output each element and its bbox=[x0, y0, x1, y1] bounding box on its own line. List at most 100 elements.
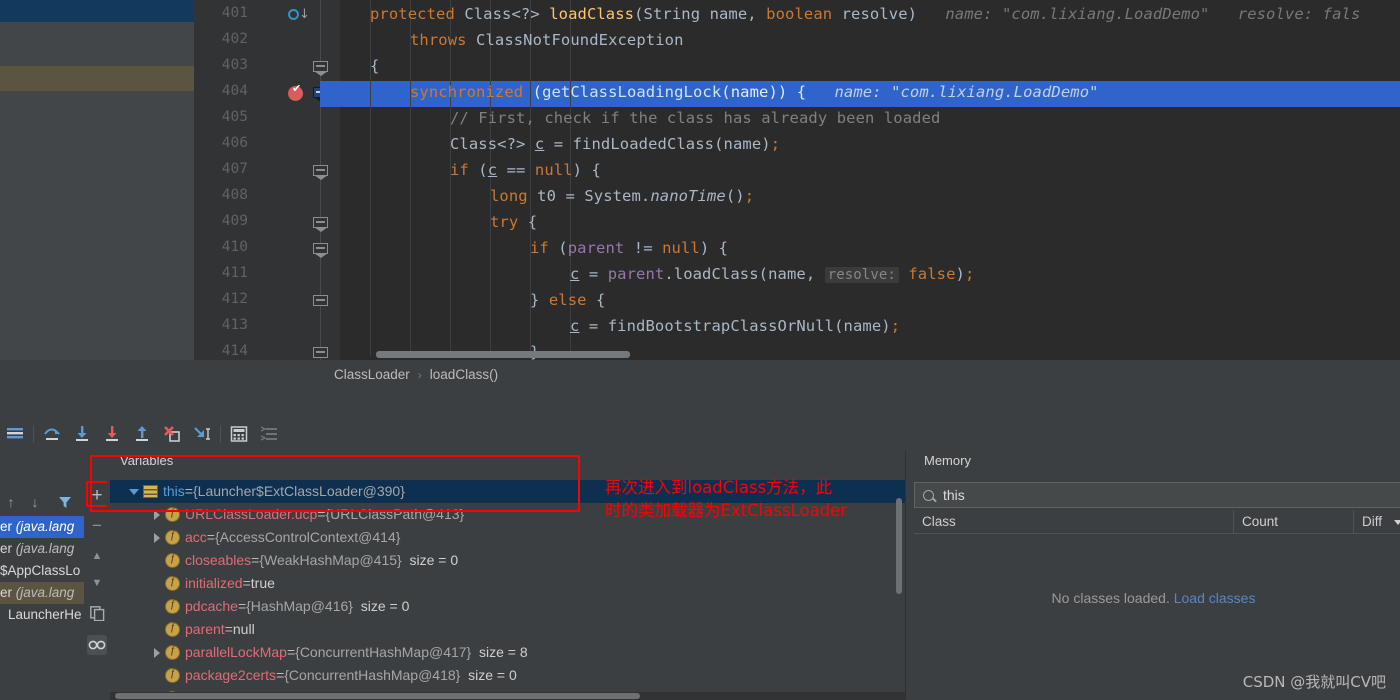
frame-up-icon[interactable]: ↑ bbox=[0, 492, 22, 512]
variables-tree[interactable]: this = {Launcher$ExtClassLoader@390} URL… bbox=[110, 472, 905, 700]
line-number: 406 bbox=[221, 135, 248, 151]
left-strip-row-selected bbox=[0, 0, 200, 22]
variables-horizontal-scrollbar[interactable] bbox=[110, 692, 905, 700]
frame-name: er bbox=[0, 519, 13, 534]
variable-row-closeables[interactable]: closeables = {WeakHashMap@415} size = 0 bbox=[110, 549, 905, 572]
variable-equals: = bbox=[317, 506, 326, 523]
frame-row[interactable]: LauncherHe bbox=[0, 604, 84, 626]
variable-value: {ConcurrentHashMap@417} bbox=[295, 644, 472, 661]
show-execution-point-icon[interactable] bbox=[0, 419, 30, 449]
variable-row-acc[interactable]: acc = {AccessControlContext@414} bbox=[110, 526, 905, 549]
variable-row-this[interactable]: this = {Launcher$ExtClassLoader@390} bbox=[110, 480, 905, 503]
column-header-diff[interactable]: Diff bbox=[1354, 510, 1400, 534]
debugger-panels: er (java.lang er (java.lang $AppClassLo … bbox=[0, 450, 1400, 700]
move-up-icon[interactable]: ▲ bbox=[87, 546, 107, 566]
copy-value-icon[interactable] bbox=[87, 603, 107, 623]
variable-row-initialized[interactable]: initialized = true bbox=[110, 572, 905, 595]
filter-frames-icon[interactable] bbox=[54, 492, 76, 512]
line-number: 404 bbox=[221, 83, 248, 99]
breakpoint-icon[interactable] bbox=[288, 82, 303, 101]
variable-value: {ConcurrentHashMap@418} bbox=[284, 667, 461, 684]
variable-equals: = bbox=[286, 644, 296, 661]
frame-row[interactable]: er (java.lang bbox=[0, 516, 84, 538]
breadcrumb-method[interactable]: loadClass() bbox=[430, 367, 498, 382]
inspect-icon[interactable] bbox=[87, 635, 107, 655]
field-icon bbox=[165, 529, 180, 545]
code-line-405: // First, check if the class has already… bbox=[450, 109, 941, 127]
field-icon bbox=[165, 552, 180, 568]
variable-size: size = 0 bbox=[360, 598, 410, 615]
variable-row-parallellockmap[interactable]: parallelLockMap = {ConcurrentHashMap@417… bbox=[110, 641, 905, 664]
variable-value: {WeakHashMap@415} bbox=[259, 552, 402, 569]
expand-collapse-icon[interactable] bbox=[128, 485, 141, 498]
line-number: 409 bbox=[221, 213, 248, 229]
code-line-413: c = findBootstrapClassOrNull(name); bbox=[570, 317, 901, 335]
breadcrumb[interactable]: ClassLoader › loadClass() bbox=[200, 360, 1400, 389]
expand-collapse-icon[interactable] bbox=[150, 508, 163, 521]
variable-row-parent[interactable]: parent = null bbox=[110, 618, 905, 641]
variable-name: parallelLockMap bbox=[185, 644, 287, 661]
object-value-icon bbox=[143, 484, 158, 498]
step-out-icon[interactable] bbox=[127, 419, 157, 449]
code-text-area[interactable]: protected Class<?> loadClass(String name… bbox=[340, 0, 1400, 360]
memory-search-box[interactable] bbox=[914, 482, 1400, 508]
step-over-icon[interactable] bbox=[37, 419, 67, 449]
debug-toolbar[interactable] bbox=[0, 418, 1400, 450]
variables-panel[interactable]: Variables this = {Launcher$ExtClassLoade… bbox=[110, 450, 905, 700]
line-number: 407 bbox=[221, 161, 248, 177]
memory-panel[interactable]: Memory Class Count Diff No classes loade… bbox=[905, 450, 1400, 700]
code-line-402: throws ClassNotFoundException bbox=[410, 31, 684, 49]
step-into-icon[interactable] bbox=[67, 419, 97, 449]
fold-marker[interactable] bbox=[313, 165, 328, 180]
breadcrumb-class[interactable]: ClassLoader bbox=[334, 367, 410, 382]
fold-marker[interactable] bbox=[313, 61, 328, 76]
frame-name: LauncherHe bbox=[8, 607, 82, 622]
force-step-into-icon[interactable] bbox=[97, 419, 127, 449]
variable-row-ucp[interactable]: URLClassLoader.ucp = {URLClassPath@413} bbox=[110, 503, 905, 526]
drop-frame-icon[interactable] bbox=[157, 419, 187, 449]
frame-down-icon[interactable]: ↓ bbox=[24, 492, 46, 512]
add-watch-icon[interactable]: + bbox=[87, 485, 107, 506]
frame-name: er bbox=[0, 585, 13, 600]
move-down-icon[interactable]: ▼ bbox=[87, 573, 107, 593]
variable-row-pdcache[interactable]: pdcache = {HashMap@416} size = 0 bbox=[110, 595, 905, 618]
fold-marker[interactable] bbox=[313, 295, 328, 310]
variable-equals: = bbox=[242, 575, 251, 592]
overriding-method-icon[interactable]: ↓ bbox=[288, 7, 310, 23]
code-line-406: Class<?> c = findLoadedClass(name); bbox=[450, 135, 781, 153]
fold-marker[interactable] bbox=[313, 243, 328, 258]
frames-panel[interactable]: er (java.lang er (java.lang $AppClassLo … bbox=[0, 450, 84, 700]
variable-name: initialized bbox=[185, 575, 243, 592]
line-number: 402 bbox=[221, 31, 248, 47]
variable-equals: = bbox=[276, 667, 285, 684]
expand-collapse-icon[interactable] bbox=[150, 646, 163, 659]
tab-variables[interactable]: Variables bbox=[110, 450, 183, 472]
column-header-class[interactable]: Class bbox=[914, 509, 1234, 534]
frame-detail: (java.lang bbox=[15, 519, 75, 534]
threads-settings-icon[interactable] bbox=[254, 419, 284, 449]
frame-row[interactable]: er (java.lang bbox=[0, 538, 84, 560]
variable-name: package2certs bbox=[185, 667, 277, 684]
tab-memory[interactable]: Memory bbox=[914, 450, 981, 472]
expand-collapse-icon[interactable] bbox=[150, 531, 163, 544]
column-header-count[interactable]: Count bbox=[1234, 509, 1354, 534]
editor-horizontal-scrollbar[interactable] bbox=[376, 351, 630, 358]
variables-vertical-scrollbar[interactable] bbox=[896, 498, 902, 594]
code-editor[interactable]: 401 402 403 404 405 406 407 408 409 410 … bbox=[0, 0, 1400, 360]
frame-row[interactable]: $AppClassLo bbox=[0, 560, 84, 582]
toolbar-separator bbox=[220, 425, 221, 443]
run-to-cursor-icon[interactable] bbox=[187, 419, 217, 449]
load-classes-link[interactable]: Load classes bbox=[1174, 590, 1256, 606]
evaluate-expression-icon[interactable] bbox=[224, 419, 254, 449]
memory-search-input[interactable] bbox=[943, 487, 1363, 503]
frame-row[interactable]: er (java.lang bbox=[0, 582, 84, 604]
fold-marker[interactable] bbox=[313, 217, 328, 232]
left-strip-row-highlight bbox=[0, 66, 200, 91]
code-line-404: synchronized (getClassLoadingLock(name))… bbox=[410, 83, 1099, 101]
editor-gutter[interactable]: 401 402 403 404 405 406 407 408 409 410 … bbox=[200, 0, 340, 360]
frame-name: er bbox=[0, 541, 13, 556]
variables-side-toolbar[interactable]: + − ▲ ▼ bbox=[84, 450, 110, 700]
line-number: 412 bbox=[221, 291, 248, 307]
variable-row-package2certs[interactable]: package2certs = {ConcurrentHashMap@418} … bbox=[110, 664, 905, 687]
remove-watch-icon[interactable]: − bbox=[87, 516, 107, 536]
